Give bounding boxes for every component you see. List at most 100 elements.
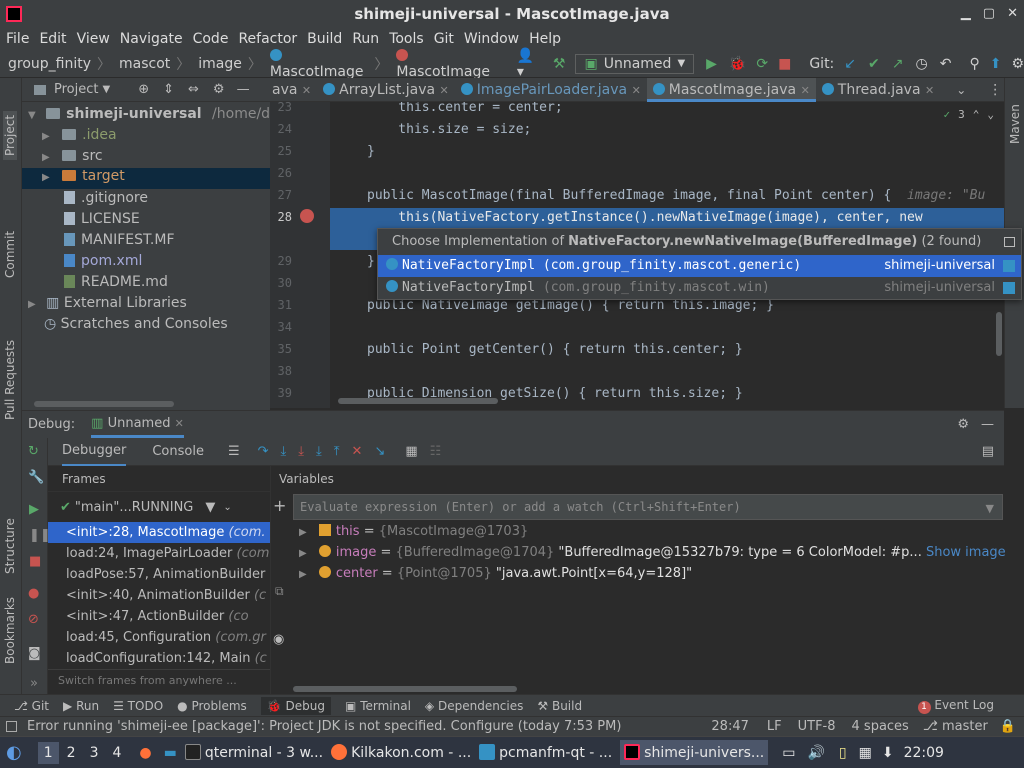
- git-commit-icon[interactable]: ✔: [868, 56, 880, 72]
- expand-arrow-icon[interactable]: ▶: [299, 548, 307, 559]
- editor-tab-thread[interactable]: Thread.java ✕: [816, 78, 940, 102]
- variable-row[interactable]: ▶ center = {Point@1705} "java.awt.Point[…: [299, 566, 692, 581]
- start-menu-icon[interactable]: ◐: [6, 742, 22, 763]
- tool-tab-pull-requests[interactable]: Pull Requests: [3, 340, 17, 420]
- run-with-coverage-icon[interactable]: ⟳: [756, 56, 768, 72]
- more-tabs-icon[interactable]: ⋮: [988, 82, 1002, 98]
- run-to-cursor-icon[interactable]: ↘: [374, 444, 385, 459]
- inspection-widget[interactable]: ✓ 3 ⌃ ⌄: [944, 108, 995, 121]
- tool-tab-commit[interactable]: Commit: [3, 231, 17, 278]
- menu-edit[interactable]: Edit: [39, 31, 66, 47]
- tree-item-target[interactable]: ▶ target: [22, 168, 270, 189]
- horizontal-scrollbar[interactable]: [34, 401, 174, 407]
- close-icon[interactable]: ✕: [1007, 6, 1018, 21]
- implementation-item[interactable]: NativeFactoryImpl (com.group_finity.masc…: [378, 255, 1021, 277]
- toolwindow-problems[interactable]: ● Problems: [177, 699, 247, 713]
- menu-window[interactable]: Window: [464, 31, 519, 47]
- menu-file[interactable]: File: [6, 31, 29, 47]
- expand-arrow-icon[interactable]: ▶: [299, 527, 307, 538]
- menu-build[interactable]: Build: [307, 31, 342, 47]
- layout-icon[interactable]: ☰: [228, 444, 240, 459]
- caret-position[interactable]: 28:47: [711, 719, 748, 734]
- toolwindow-git[interactable]: ⎇ Git: [14, 699, 49, 713]
- file-manager-launcher-icon[interactable]: ▬: [164, 745, 177, 761]
- show-execution-point-icon[interactable]: ↷: [258, 444, 269, 459]
- thread-selector[interactable]: ✔ "main"...RUNNING ▼ ⌄: [48, 492, 270, 522]
- drop-frame-icon[interactable]: ✕: [352, 444, 363, 459]
- chevron-down-icon[interactable]: ⌄: [223, 502, 231, 513]
- tree-item-gitignore[interactable]: .gitignore: [64, 190, 148, 206]
- editor-tab-partial[interactable]: ava ✕: [270, 78, 317, 102]
- search-icon[interactable]: ⚲: [969, 56, 979, 72]
- tree-item-scratches[interactable]: ◷ Scratches and Consoles: [44, 316, 228, 332]
- menu-view[interactable]: View: [77, 31, 110, 47]
- step-out-icon[interactable]: ⤒: [334, 444, 340, 459]
- build-hammer-icon[interactable]: ⚒: [553, 56, 566, 72]
- tree-item-manifest[interactable]: MANIFEST.MF: [64, 232, 175, 248]
- frame-item[interactable]: <init>:28, MascotImage (com.: [48, 522, 270, 543]
- tool-tab-structure[interactable]: Structure: [3, 518, 17, 574]
- tab-list-chevron-icon[interactable]: ⌄: [956, 83, 966, 97]
- menu-git[interactable]: Git: [434, 31, 454, 47]
- workspace-3[interactable]: 3: [90, 745, 99, 761]
- frame-item[interactable]: load:45, Configuration (com.gr: [48, 627, 270, 648]
- git-push-icon[interactable]: ↗: [892, 56, 904, 72]
- tree-item-idea[interactable]: ▶ .idea: [42, 127, 117, 143]
- gear-icon[interactable]: ⚙: [957, 417, 969, 432]
- ide-update-icon[interactable]: ⬆: [990, 56, 1002, 72]
- camera-icon[interactable]: ◙: [28, 646, 41, 661]
- watch-glasses-icon[interactable]: ◉: [273, 632, 284, 647]
- chevron-down-icon[interactable]: ▼: [102, 84, 110, 95]
- frame-item[interactable]: <init>:47, ActionBuilder (co: [48, 606, 270, 627]
- force-step-into-icon[interactable]: ⤓: [316, 444, 322, 459]
- file-encoding[interactable]: UTF-8: [798, 719, 836, 734]
- breadcrumb-mascot[interactable]: mascot: [119, 56, 170, 72]
- toolwindow-todo[interactable]: ☰ TODO: [113, 699, 163, 713]
- editor-tab-arraylist[interactable]: ArrayList.java ✕: [317, 78, 455, 102]
- frame-item[interactable]: loadPose:57, AnimationBuilder: [48, 564, 270, 585]
- breadcrumb-method[interactable]: MascotImage: [396, 48, 495, 80]
- stop-icon[interactable]: ■: [29, 554, 41, 569]
- chevron-down-icon[interactable]: ⌄: [987, 108, 994, 121]
- close-icon[interactable]: ✕: [632, 84, 641, 97]
- close-icon[interactable]: ✕: [801, 84, 810, 97]
- tool-tab-maven[interactable]: Maven: [1008, 104, 1022, 144]
- volume-icon[interactable]: 🔊: [807, 745, 824, 761]
- toolwindow-debug[interactable]: 🐞 Debug: [260, 696, 332, 715]
- hide-icon[interactable]: —: [981, 417, 994, 432]
- clipboard-icon[interactable]: ▯: [839, 745, 847, 761]
- editor-tab-mascotimage[interactable]: MascotImage.java ✕: [646, 77, 816, 102]
- toolwindow-run[interactable]: ▶ Run: [63, 699, 99, 713]
- tool-tab-bookmarks[interactable]: Bookmarks: [3, 597, 17, 664]
- toolwindow-dependencies[interactable]: ◈ Dependencies: [425, 699, 523, 713]
- evaluate-expression-input[interactable]: Evaluate expression (Enter) or add a wat…: [293, 494, 1003, 520]
- editor-tab-imagepairloader[interactable]: ImagePairLoader.java ✕: [455, 78, 647, 102]
- workspace-2[interactable]: 2: [67, 745, 76, 761]
- show-image-link[interactable]: Show image: [926, 545, 1006, 560]
- project-panel-title[interactable]: Project: [54, 82, 98, 97]
- close-icon[interactable]: ✕: [440, 84, 449, 97]
- view-breakpoints-icon[interactable]: ●: [28, 586, 39, 601]
- menu-refactor[interactable]: Refactor: [238, 31, 297, 47]
- breadcrumb-class[interactable]: MascotImage: [269, 48, 369, 80]
- run-icon[interactable]: ▶: [706, 56, 717, 72]
- task-intellij[interactable]: shimeji-univers...: [620, 740, 769, 765]
- tree-item-root[interactable]: ▼ shimeji-universal /home/dartz: [28, 106, 297, 122]
- resume-icon[interactable]: ▶: [29, 502, 39, 517]
- evaluate-expression-icon[interactable]: ▦: [405, 444, 417, 459]
- expand-arrow-icon[interactable]: ▼: [28, 110, 36, 121]
- tab-debugger[interactable]: Debugger: [62, 437, 127, 467]
- collapse-arrow-icon[interactable]: ▶: [42, 172, 50, 183]
- workspace-1[interactable]: 1: [37, 741, 59, 764]
- user-icon[interactable]: 👤▾: [517, 48, 539, 80]
- menu-code[interactable]: Code: [193, 31, 229, 47]
- updates-icon[interactable]: ⬇: [882, 745, 894, 761]
- chevron-up-icon[interactable]: ⌃: [973, 108, 980, 121]
- filter-icon[interactable]: ▼: [205, 500, 215, 515]
- rerun-icon[interactable]: ↻: [28, 444, 39, 459]
- tree-item-external-libraries[interactable]: ▶ ▥ External Libraries: [28, 295, 187, 311]
- collapse-all-icon[interactable]: ⇔: [188, 82, 199, 97]
- rollback-icon[interactable]: ↶: [940, 56, 952, 72]
- variables-horizontal-scrollbar[interactable]: [293, 686, 517, 692]
- close-icon[interactable]: ✕: [175, 417, 184, 430]
